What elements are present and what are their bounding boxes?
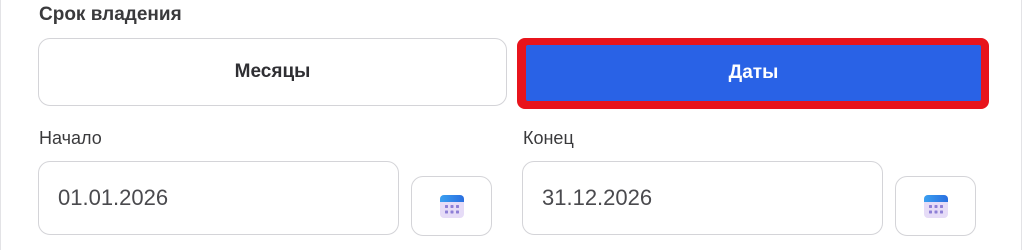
end-date-label: Конец [523,128,574,148]
calendar-icon [923,193,949,219]
end-date-input[interactable]: 31.12.2026 [522,161,883,235]
dates-mode-button[interactable]: Даты [526,45,981,101]
end-date-calendar-button[interactable] [895,176,976,236]
calendar-icon [439,193,465,219]
ownership-period-panel: Срок владения Месяцы Даты Начало Конец 0… [0,0,1022,250]
start-date-input[interactable]: 01.01.2026 [38,161,399,235]
start-date-calendar-button[interactable] [411,176,492,236]
start-date-label: Начало [39,128,102,148]
section-title: Срок владения [39,4,182,25]
months-mode-button[interactable]: Месяцы [38,38,507,106]
